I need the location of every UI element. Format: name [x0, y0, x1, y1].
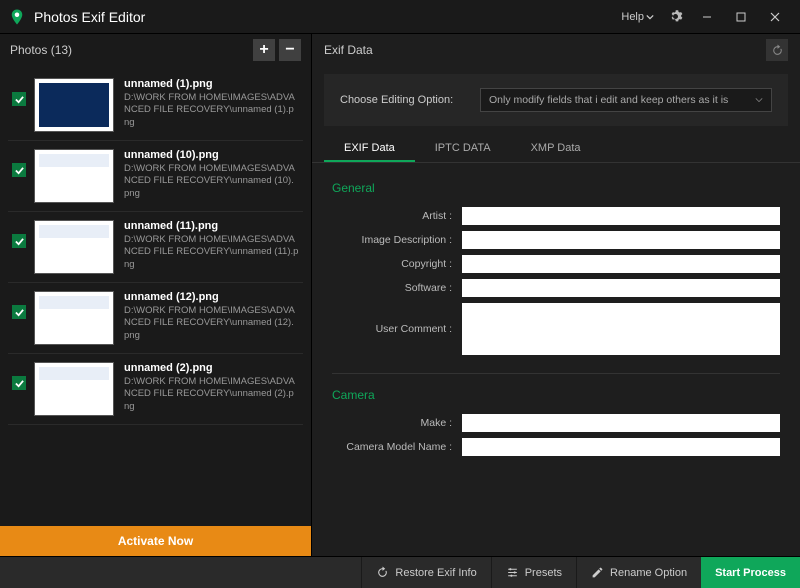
label-camera-model: Camera Model Name : [332, 441, 462, 453]
tab-xmp[interactable]: XMP Data [511, 134, 601, 162]
photo-list[interactable]: unnamed (1).png D:\WORK FROM HOME\IMAGES\… [0, 66, 311, 526]
input-copyright[interactable] [462, 255, 780, 273]
restore-label: Restore Exif Info [395, 567, 476, 579]
item-thumbnail [34, 362, 114, 416]
item-thumbnail [34, 220, 114, 274]
list-item[interactable]: unnamed (2).png D:\WORK FROM HOME\IMAGES\… [8, 354, 303, 425]
refresh-button[interactable] [766, 39, 788, 61]
item-checkbox[interactable] [12, 376, 26, 390]
input-software[interactable] [462, 279, 780, 297]
label-user-comment: User Comment : [332, 323, 462, 335]
presets-label: Presets [525, 567, 562, 579]
item-info: unnamed (1).png D:\WORK FROM HOME\IMAGES\… [124, 78, 299, 129]
item-info: unnamed (11).png D:\WORK FROM HOME\IMAGES… [124, 220, 299, 271]
rename-icon [591, 566, 604, 579]
label-software: Software : [332, 282, 462, 294]
item-info: unnamed (10).png D:\WORK FROM HOME\IMAGES… [124, 149, 299, 200]
activate-button[interactable]: Activate Now [0, 526, 311, 556]
tab-exif[interactable]: EXIF Data [324, 134, 415, 162]
item-filename: unnamed (10).png [124, 149, 299, 161]
remove-photo-button[interactable]: − [279, 39, 301, 61]
input-user-comment[interactable] [462, 303, 780, 355]
photos-sidebar: Photos (13) + − unnamed (1).png D:\WORK F… [0, 34, 312, 556]
label-image-description: Image Description : [332, 234, 462, 246]
item-checkbox[interactable] [12, 305, 26, 319]
exif-form: General Artist : Image Description : Cop… [312, 163, 800, 556]
start-label: Start Process [715, 567, 786, 579]
item-filepath: D:\WORK FROM HOME\IMAGES\ADVANCED FILE R… [124, 305, 299, 342]
item-filename: unnamed (1).png [124, 78, 299, 90]
item-filepath: D:\WORK FROM HOME\IMAGES\ADVANCED FILE R… [124, 376, 299, 413]
editing-option-value: Only modify fields that i edit and keep … [489, 94, 728, 106]
item-thumbnail [34, 291, 114, 345]
presets-button[interactable]: Presets [491, 557, 576, 588]
start-process-button[interactable]: Start Process [701, 557, 800, 588]
item-checkbox[interactable] [12, 234, 26, 248]
title-bar: Photos Exif Editor Help [0, 0, 800, 34]
editing-option-label: Choose Editing Option: [340, 94, 480, 106]
add-photo-button[interactable]: + [253, 39, 275, 61]
editing-option-dropdown[interactable]: Only modify fields that i edit and keep … [480, 88, 772, 112]
presets-icon [506, 566, 519, 579]
minimize-button[interactable] [690, 2, 724, 32]
help-label: Help [621, 11, 644, 23]
input-image-description[interactable] [462, 231, 780, 249]
rename-label: Rename Option [610, 567, 687, 579]
maximize-button[interactable] [724, 2, 758, 32]
restore-icon [376, 566, 389, 579]
item-filename: unnamed (11).png [124, 220, 299, 232]
chevron-down-icon [755, 96, 763, 104]
app-title: Photos Exif Editor [34, 9, 621, 25]
settings-button[interactable] [660, 2, 690, 32]
input-artist[interactable] [462, 207, 780, 225]
item-info: unnamed (2).png D:\WORK FROM HOME\IMAGES\… [124, 362, 299, 413]
item-checkbox[interactable] [12, 92, 26, 106]
help-menu[interactable]: Help [621, 11, 654, 23]
list-item[interactable]: unnamed (12).png D:\WORK FROM HOME\IMAGES… [8, 283, 303, 354]
photos-count: Photos (13) [10, 43, 249, 57]
item-info: unnamed (12).png D:\WORK FROM HOME\IMAGES… [124, 291, 299, 342]
input-camera-model[interactable] [462, 438, 780, 456]
list-item[interactable]: unnamed (10).png D:\WORK FROM HOME\IMAGES… [8, 141, 303, 212]
section-divider [332, 373, 780, 374]
item-thumbnail [34, 149, 114, 203]
item-filename: unnamed (2).png [124, 362, 299, 374]
section-camera: Camera [332, 388, 780, 402]
sidebar-header: Photos (13) + − [0, 34, 311, 66]
item-filepath: D:\WORK FROM HOME\IMAGES\ADVANCED FILE R… [124, 92, 299, 129]
bottom-toolbar: Restore Exif Info Presets Rename Option … [0, 556, 800, 588]
restore-exif-button[interactable]: Restore Exif Info [361, 557, 490, 588]
panel-title: Exif Data [324, 43, 766, 57]
app-logo-icon [8, 8, 26, 26]
rename-option-button[interactable]: Rename Option [576, 557, 701, 588]
label-artist: Artist : [332, 210, 462, 222]
close-button[interactable] [758, 2, 792, 32]
editing-option-row: Choose Editing Option: Only modify field… [324, 74, 788, 126]
item-filepath: D:\WORK FROM HOME\IMAGES\ADVANCED FILE R… [124, 234, 299, 271]
section-general: General [332, 181, 780, 195]
list-item[interactable]: unnamed (11).png D:\WORK FROM HOME\IMAGES… [8, 212, 303, 283]
data-tabs: EXIF Data IPTC DATA XMP Data [312, 134, 800, 163]
list-item[interactable]: unnamed (1).png D:\WORK FROM HOME\IMAGES\… [8, 70, 303, 141]
item-thumbnail [34, 78, 114, 132]
exif-panel: Exif Data Choose Editing Option: Only mo… [312, 34, 800, 556]
item-checkbox[interactable] [12, 163, 26, 177]
item-filename: unnamed (12).png [124, 291, 299, 303]
item-filepath: D:\WORK FROM HOME\IMAGES\ADVANCED FILE R… [124, 163, 299, 200]
label-make: Make : [332, 417, 462, 429]
tab-iptc[interactable]: IPTC DATA [415, 134, 511, 162]
label-copyright: Copyright : [332, 258, 462, 270]
input-make[interactable] [462, 414, 780, 432]
